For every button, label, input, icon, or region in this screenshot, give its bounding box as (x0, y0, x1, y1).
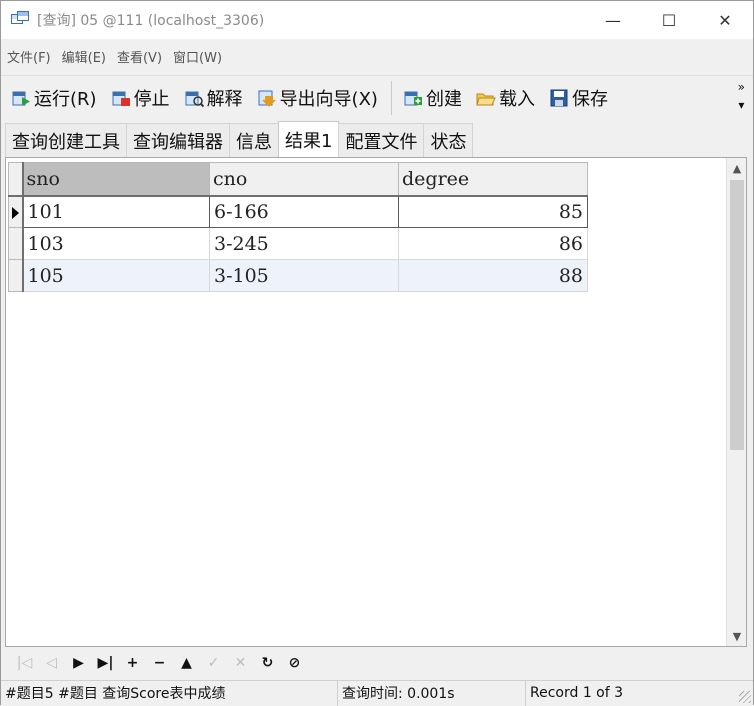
window-title: [查询] 05 @111 (localhost_3306) (37, 13, 265, 29)
save-button[interactable]: 保存 (546, 81, 611, 115)
menu-window[interactable]: 窗口(W) (173, 47, 222, 66)
column-header-degree[interactable]: degree (398, 162, 588, 197)
apply-edit-button[interactable]: ✓ (200, 652, 227, 674)
column-header-sno[interactable]: sno (22, 162, 210, 197)
cell-sno[interactable]: 105 (22, 259, 210, 292)
save-label: 保存 (571, 88, 608, 110)
explain-button[interactable]: 解释 (181, 81, 246, 115)
overflow-chevron-icon: » (737, 80, 745, 94)
load-button[interactable]: 载入 (473, 81, 538, 115)
load-label: 载入 (498, 88, 535, 110)
corner-cell[interactable] (8, 162, 24, 197)
header-row: sno cno degree (8, 162, 588, 197)
cell-degree[interactable]: 85 (398, 195, 588, 228)
cancel-edit-button[interactable]: ✕ (227, 652, 254, 674)
tab-profile[interactable]: 配置文件 (338, 123, 425, 157)
toolbar: 运行(R) 停止 解释 导出向导(X) 创建 载入 保存 » ▾ (1, 75, 753, 119)
scroll-down-icon[interactable]: ▼ (727, 626, 747, 646)
menu-edit[interactable]: 编辑(E) (62, 47, 106, 66)
status-record-count: Record 1 of 3 (530, 685, 624, 701)
stop-button[interactable]: 停止 (108, 81, 173, 115)
cell-cno[interactable]: 3-105 (209, 259, 399, 292)
row-header[interactable] (8, 259, 24, 292)
create-icon (404, 91, 422, 105)
stop-icon (112, 91, 130, 106)
cell-sno[interactable]: 101 (22, 195, 210, 228)
cell-cno[interactable]: 6-166 (209, 195, 399, 228)
run-label: 运行(R) (34, 88, 97, 110)
window-controls: — ☐ ✕ (585, 1, 753, 39)
result-grid: sno cno degree 101 6-166 85 103 3-245 86 (5, 157, 747, 647)
run-button[interactable]: 运行(R) (8, 81, 100, 115)
status-bar: #题目5 #题目 查询Score表中成绩 查询时间: 0.001s Record… (1, 680, 753, 706)
add-record-button[interactable]: + (119, 652, 146, 674)
toolbar-separator (390, 80, 392, 115)
explain-label: 解释 (206, 88, 243, 110)
column-header-cno[interactable]: cno (209, 162, 399, 197)
save-icon (550, 89, 568, 106)
export-wizard-label: 导出向导(X) (279, 88, 378, 110)
export-icon (258, 90, 276, 107)
tab-query-builder[interactable]: 查询创建工具 (5, 123, 127, 157)
close-button[interactable]: ✕ (697, 1, 753, 39)
tab-status[interactable]: 状态 (423, 123, 474, 157)
status-query-time: 查询时间: 0.001s (338, 680, 526, 706)
export-wizard-button[interactable]: 导出向导(X) (254, 81, 381, 115)
previous-record-button[interactable]: ◁ (38, 652, 65, 674)
stop-query-button[interactable]: ⊘ (281, 652, 308, 674)
overflow-dropdown-icon: ▾ (738, 98, 745, 112)
table-row[interactable]: 101 6-166 85 (8, 195, 588, 228)
table-row[interactable]: 105 3-105 88 (8, 259, 588, 292)
tab-bar: 查询创建工具 查询编辑器 信息 结果1 配置文件 状态 (1, 121, 753, 157)
cell-sno[interactable]: 103 (22, 227, 210, 260)
stop-label: 停止 (133, 88, 170, 110)
result-table: sno cno degree 101 6-166 85 103 3-245 86 (8, 162, 588, 292)
vertical-scrollbar[interactable]: ▲ ▼ (726, 158, 746, 646)
scroll-thumb[interactable] (730, 180, 744, 450)
query-window: [查询] 05 @111 (localhost_3306) — ☐ ✕ 文件(F… (0, 0, 754, 706)
tab-query-editor[interactable]: 查询编辑器 (126, 123, 230, 157)
cell-cno[interactable]: 3-245 (209, 227, 399, 260)
create-label: 创建 (425, 88, 462, 110)
table-row[interactable]: 103 3-245 86 (8, 227, 588, 260)
next-record-button[interactable]: ▶ (65, 652, 92, 674)
last-record-button[interactable]: ▶| (92, 652, 119, 674)
explain-icon (185, 91, 204, 107)
menu-view[interactable]: 查看(V) (117, 47, 162, 66)
post-edit-button[interactable]: ▲ (173, 652, 200, 674)
toolbar-overflow-button[interactable]: » ▾ (738, 78, 745, 114)
cell-degree[interactable]: 86 (398, 227, 588, 260)
cell-degree[interactable]: 88 (398, 259, 588, 292)
open-folder-icon (476, 93, 496, 105)
title-bar[interactable]: [查询] 05 @111 (localhost_3306) — ☐ ✕ (1, 1, 753, 39)
resize-grip-icon[interactable] (739, 691, 751, 703)
menu-bar: 文件(F) 编辑(E) 查看(V) 窗口(W) (1, 39, 753, 73)
current-row-pointer-icon (12, 206, 19, 219)
delete-record-button[interactable]: − (146, 652, 173, 674)
row-header[interactable] (8, 227, 24, 260)
create-button[interactable]: 创建 (400, 81, 465, 115)
maximize-button[interactable]: ☐ (641, 1, 697, 39)
status-query-text: #题目5 #题目 查询Score表中成绩 (1, 680, 338, 706)
run-icon (12, 91, 30, 106)
query-grid-icon (11, 11, 29, 29)
tab-result-1[interactable]: 结果1 (278, 121, 340, 157)
scroll-up-icon[interactable]: ▲ (727, 158, 747, 178)
minimize-button[interactable]: — (585, 1, 641, 39)
refresh-button[interactable]: ↻ (254, 652, 281, 674)
menu-file[interactable]: 文件(F) (7, 47, 51, 66)
row-header[interactable] (8, 195, 24, 228)
tab-info[interactable]: 信息 (229, 123, 279, 157)
record-navigator: |◁ ◁ ▶ ▶| + − ▲ ✓ ✕ ↻ ⊘ (5, 649, 747, 677)
first-record-button[interactable]: |◁ (11, 652, 38, 674)
